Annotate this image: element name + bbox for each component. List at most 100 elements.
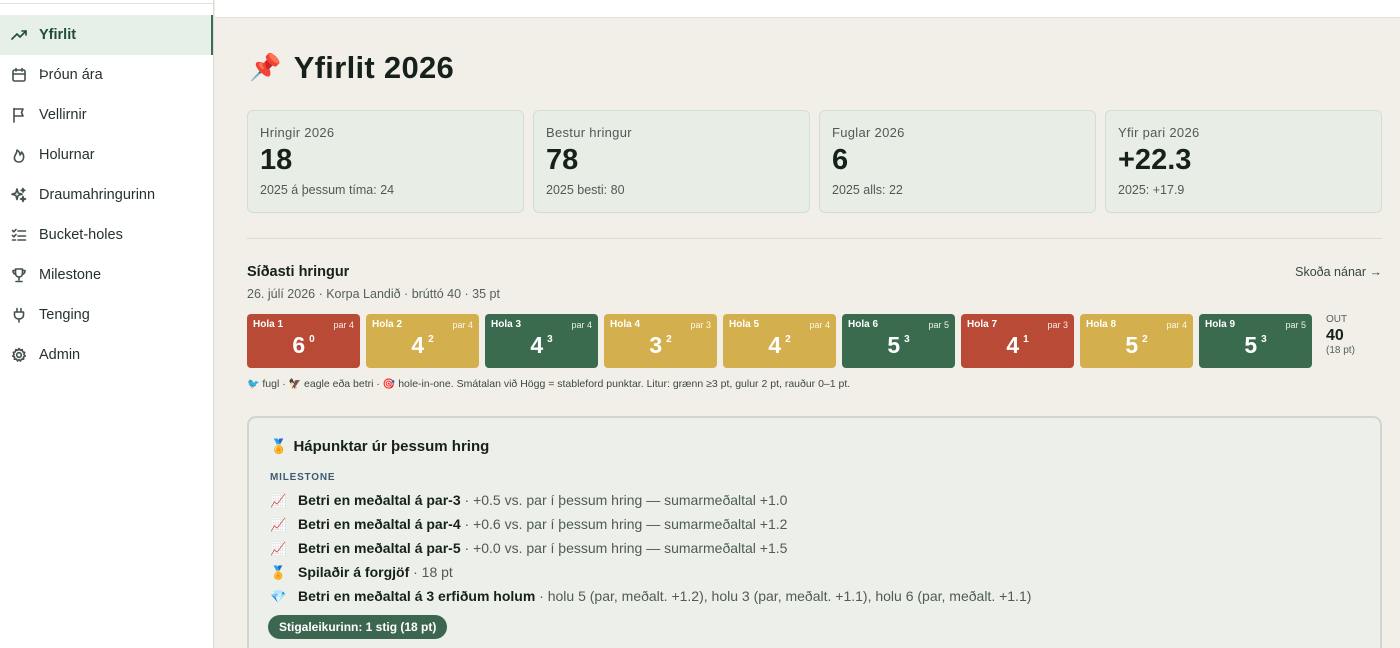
highlight-detail: · +0.6 vs. par í þessum hring — sumarmeð… [460, 516, 788, 532]
highlight-detail: · 18 pt [409, 564, 453, 580]
hole-strokes: 5 [1244, 332, 1258, 358]
stat-label: Bestur hringur [546, 125, 632, 140]
bird-icon: 🐦 [247, 379, 260, 390]
sidebar-item-draumahringurinn[interactable]: Draumahringurinn [0, 175, 213, 215]
legend-bird-text: fugl · [262, 378, 286, 390]
sidebar-item-label: Vellirnir [39, 107, 87, 123]
score-legend: 🐦 fugl · 🦅 eagle eða betri · 🎯 hole-in-o… [247, 378, 850, 390]
stat-value: 6 [832, 144, 849, 176]
highlight-detail: · holu 5 (par, meðalt. +1.2), holu 3 (pa… [535, 588, 1032, 604]
gem-icon: 💎 [270, 590, 287, 605]
hole-points: 2 [428, 334, 434, 345]
sidebar-item-milestone[interactable]: Milestone [0, 255, 213, 295]
sidebar-item-label: Tenging [39, 307, 90, 323]
plug-icon [11, 307, 27, 323]
hole-name: Hola 5 [729, 319, 760, 330]
sidebar-item-bucket-holes[interactable]: Bucket-holes [0, 215, 213, 255]
highlights-section-label: MILESTONE [270, 472, 336, 483]
sidebar-item-throun-ara[interactable]: Þróun ára [0, 55, 213, 95]
hole-card-8[interactable]: Hola 8 par 4 52 [1080, 314, 1193, 368]
out-total: OUT 40 (18 pt) [1326, 314, 1355, 356]
calendar-icon [11, 67, 27, 83]
hole-card-5[interactable]: Hola 5 par 4 42 [723, 314, 836, 368]
chart-up-icon: 📈 [270, 518, 287, 533]
sidebar-item-admin[interactable]: Admin [0, 335, 213, 375]
checklist-icon [11, 227, 27, 243]
points-game-badge: Stigaleikurinn: 1 stig (18 pt) [268, 615, 448, 639]
sidebar-item-tenging[interactable]: Tenging [0, 295, 213, 335]
highlight-detail: · +0.5 vs. par í þessum hring — sumarmeð… [460, 492, 788, 508]
highlights-title-text: Hápunktar úr þessum hring [293, 438, 490, 455]
last-round-subtitle: 26. júlí 2026 · Korpa Landið · brúttó 40… [247, 287, 500, 301]
hole-par: par 3 [1047, 320, 1068, 330]
hole-strokes: 4 [768, 332, 782, 358]
hole-card-3[interactable]: Hola 3 par 4 43 [485, 314, 598, 368]
highlight-item: 📈 Betri en meðaltal á par-3 · +0.5 vs. pa… [270, 492, 787, 509]
stat-subtext: 2025 á þessum tíma: 24 [260, 183, 395, 197]
sidebar-item-holurnar[interactable]: Holurnar [0, 135, 213, 175]
sidebar-divider [0, 3, 213, 4]
sidebar-item-label: Admin [39, 347, 81, 363]
highlight-item: 📈 Betri en meðaltal á par-4 · +0.6 vs. pa… [270, 516, 787, 533]
stat-subtext: 2025 besti: 80 [546, 183, 625, 197]
hole-card-4[interactable]: Hola 4 par 3 32 [604, 314, 717, 368]
sidebar-item-yfirlit[interactable]: Yfirlit [0, 15, 213, 55]
top-chart-strip [215, 0, 1400, 18]
hole-card-1[interactable]: Hola 1 par 4 60 [247, 314, 360, 368]
highlight-item: 📈 Betri en meðaltal á par-5 · +0.0 vs. pa… [270, 540, 787, 557]
flag-icon [11, 107, 27, 123]
sidebar-item-label: Holurnar [39, 147, 95, 163]
sparkles-icon [11, 187, 27, 203]
hole-points: 2 [785, 334, 791, 345]
trophy-icon [11, 267, 27, 283]
hole-card-7[interactable]: Hola 7 par 3 41 [961, 314, 1074, 368]
hole-name: Hola 2 [372, 319, 403, 330]
medal-icon: 🏅 [270, 566, 287, 581]
sidebar-item-vellirnir[interactable]: Vellirnir [0, 95, 213, 135]
hole-par: par 3 [690, 320, 711, 330]
hole-points: 2 [1142, 334, 1148, 345]
hole-par: par 4 [452, 320, 473, 330]
hole-name: Hola 3 [491, 319, 522, 330]
legend-hio-text: hole-in-one. Smátalan við Högg = stablef… [398, 378, 851, 390]
page-title: 📌 Yfirlit 2026 [249, 50, 454, 86]
hole-points: 3 [904, 334, 910, 345]
stat-label: Fuglar 2026 [832, 125, 905, 140]
stat-value: 78 [546, 144, 579, 176]
stat-label: Yfir pari 2026 [1118, 125, 1200, 140]
main-content: 📌 Yfirlit 2026 Hringir 2026 18 2025 á þe… [215, 18, 1400, 648]
hole-points: 3 [547, 334, 553, 345]
hole-par: par 4 [809, 320, 830, 330]
view-details-link[interactable]: Skoða nánar → [1295, 265, 1382, 279]
hole-par: par 5 [1285, 320, 1306, 330]
hole-card-2[interactable]: Hola 2 par 4 42 [366, 314, 479, 368]
highlight-item: 🏅 Spilaðir á forgjöf · 18 pt [270, 564, 453, 581]
flame-icon [11, 147, 27, 163]
chart-up-icon: 📈 [270, 542, 287, 557]
stat-card-rounds: Hringir 2026 18 2025 á þessum tíma: 24 [247, 110, 524, 213]
hole-name: Hola 1 [253, 319, 284, 330]
hole-strokes: 4 [411, 332, 425, 358]
chart-up-icon: 📈 [270, 494, 287, 509]
hole-points: 1 [1023, 334, 1029, 345]
hole-strokes: 5 [1125, 332, 1139, 358]
highlight-item: 💎 Betri en meðaltal á 3 erfiðum holum · h… [270, 588, 1031, 605]
hole-name: Hola 8 [1086, 319, 1117, 330]
hole-name: Hola 9 [1205, 319, 1236, 330]
hole-strokes: 3 [649, 332, 663, 358]
sidebar-item-label: Milestone [39, 267, 102, 283]
sidebar-item-label: Draumahringurinn [39, 187, 156, 203]
hole-name: Hola 7 [967, 319, 998, 330]
sidebar: Yfirlit Þróun ára Vellirnir Holurnar Dra… [0, 0, 214, 648]
stat-value: 18 [260, 144, 293, 176]
medal-icon: 🏅 [270, 439, 288, 455]
hole-strokes: 4 [530, 332, 544, 358]
highlights-panel: 🏅 Hápunktar úr þessum hring MILESTONE 📈 Be… [247, 416, 1382, 648]
hole-card-9[interactable]: Hola 9 par 5 53 [1199, 314, 1312, 368]
sidebar-item-label: Bucket-holes [39, 227, 123, 243]
trend-up-icon [11, 27, 27, 43]
hole-par: par 4 [333, 320, 354, 330]
legend-eagle-text: eagle eða betri · [304, 378, 380, 390]
stat-label: Hringir 2026 [260, 125, 335, 140]
hole-card-6[interactable]: Hola 6 par 5 53 [842, 314, 955, 368]
